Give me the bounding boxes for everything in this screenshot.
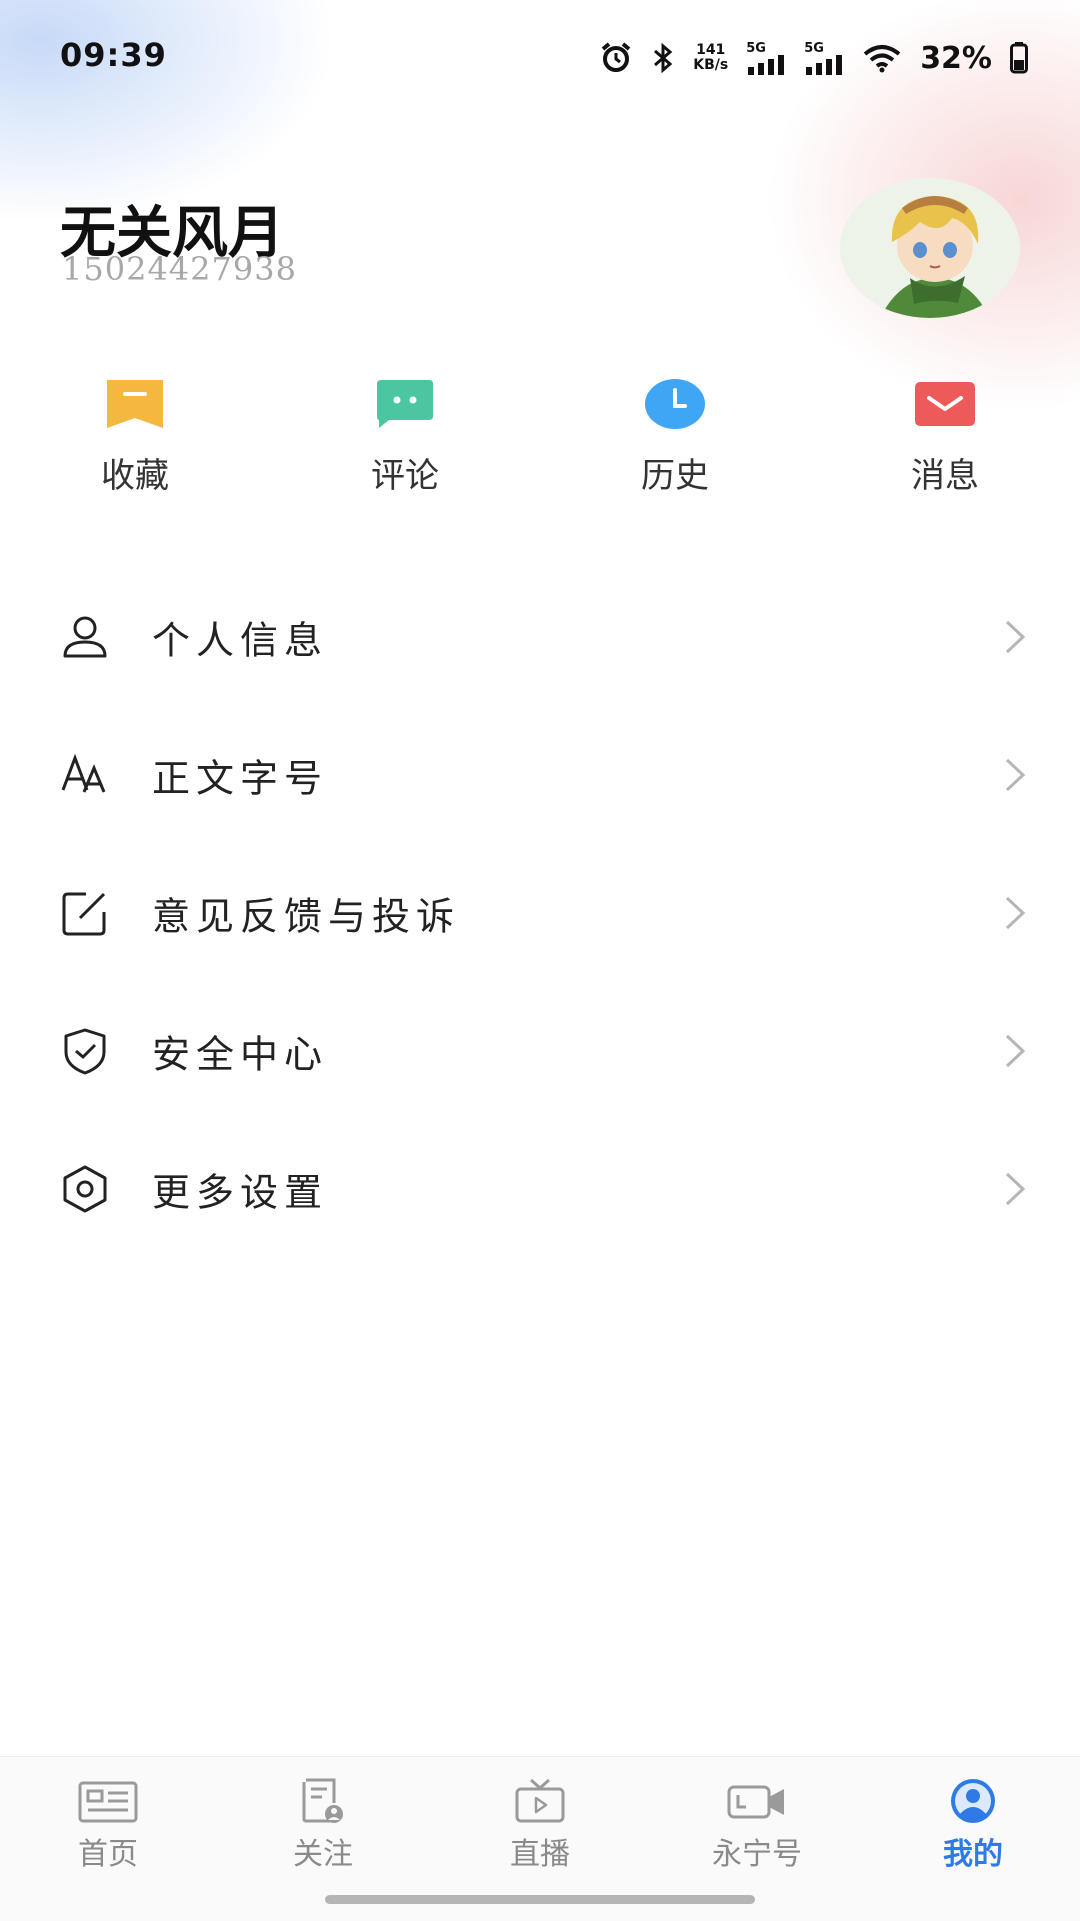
alarm-icon	[599, 41, 633, 75]
tab-label: 我的	[943, 1837, 1003, 1872]
menu-item-label: 意见反馈与投诉	[152, 894, 461, 939]
chevron-right-icon	[1005, 1172, 1026, 1206]
menu-item-label: 更多设置	[152, 1170, 329, 1215]
video-camera-icon	[727, 1785, 784, 1819]
menu-item-more-settings[interactable]: 更多设置	[0, 1120, 1080, 1258]
menu-item-feedback[interactable]: 意见反馈与投诉	[0, 844, 1080, 982]
chevron-right-icon	[1005, 620, 1026, 654]
clock-icon	[645, 379, 705, 429]
tab-label: 首页	[78, 1837, 138, 1872]
bookmark-icon	[107, 380, 163, 428]
battery-percentage: 32%	[920, 40, 992, 76]
tab-live[interactable]: 直播	[460, 1777, 620, 1873]
avatar[interactable]	[840, 178, 1020, 318]
wifi-icon	[862, 43, 902, 73]
tab-yongning[interactable]: 永宁号	[677, 1777, 837, 1873]
user-icon	[63, 616, 107, 658]
shield-icon	[64, 1028, 106, 1075]
battery-icon	[1010, 42, 1028, 74]
menu-item-label: 安全中心	[152, 1032, 329, 1077]
tv-icon	[515, 1778, 565, 1823]
font-size-icon	[61, 753, 106, 793]
quick-action-label: 评论	[371, 456, 439, 496]
mail-icon	[915, 382, 975, 426]
status-bar: 09:39 141 KB/s 5G 5G 32%	[0, 0, 1080, 110]
signal-bars-icon	[806, 54, 843, 75]
tab-home[interactable]: 首页	[28, 1777, 188, 1873]
profile-phone: 15024427938	[62, 250, 297, 288]
profile-icon	[951, 1779, 995, 1823]
signal-2: 5G	[804, 42, 844, 75]
quick-action-history[interactable]: 历史	[605, 378, 745, 497]
signal-1: 5G	[746, 42, 786, 75]
menu-item-security[interactable]: 安全中心	[0, 982, 1080, 1120]
settings-icon	[63, 1165, 107, 1213]
status-time: 09:39	[60, 36, 167, 74]
quick-actions: 收藏 评论 历史 消息	[0, 378, 1080, 508]
tab-label: 直播	[510, 1837, 570, 1872]
status-icons: 141 KB/s 5G 5G 32%	[599, 36, 1028, 80]
comment-icon	[377, 380, 433, 428]
quick-action-messages[interactable]: 消息	[875, 378, 1015, 497]
tab-label: 永宁号	[712, 1837, 802, 1872]
edit-icon	[62, 892, 106, 936]
chevron-right-icon	[1005, 896, 1026, 930]
quick-action-label: 历史	[641, 456, 709, 496]
menu-item-label: 正文字号	[152, 756, 329, 801]
chevron-right-icon	[1005, 1034, 1026, 1068]
tab-mine[interactable]: 我的	[893, 1777, 1053, 1873]
network-speed: 141 KB/s	[693, 42, 729, 73]
menu-item-label: 个人信息	[152, 618, 329, 663]
quick-action-comments[interactable]: 评论	[335, 378, 475, 497]
settings-menu: 个人信息 正文字号 意见反馈与投诉 安全中心 更多设置	[0, 568, 1080, 1258]
quick-action-favorites[interactable]: 收藏	[65, 378, 205, 497]
follow-icon	[302, 1778, 343, 1823]
menu-item-personal-info[interactable]: 个人信息	[0, 568, 1080, 706]
signal-bars-icon	[748, 54, 785, 75]
news-icon	[78, 1781, 138, 1823]
tab-label: 关注	[293, 1837, 353, 1872]
quick-action-label: 消息	[911, 456, 979, 496]
menu-item-font-size[interactable]: 正文字号	[0, 706, 1080, 844]
chevron-right-icon	[1005, 758, 1026, 792]
bluetooth-icon	[651, 42, 675, 74]
tab-follow[interactable]: 关注	[243, 1777, 403, 1873]
quick-action-label: 收藏	[101, 456, 169, 496]
home-indicator[interactable]	[325, 1895, 755, 1904]
